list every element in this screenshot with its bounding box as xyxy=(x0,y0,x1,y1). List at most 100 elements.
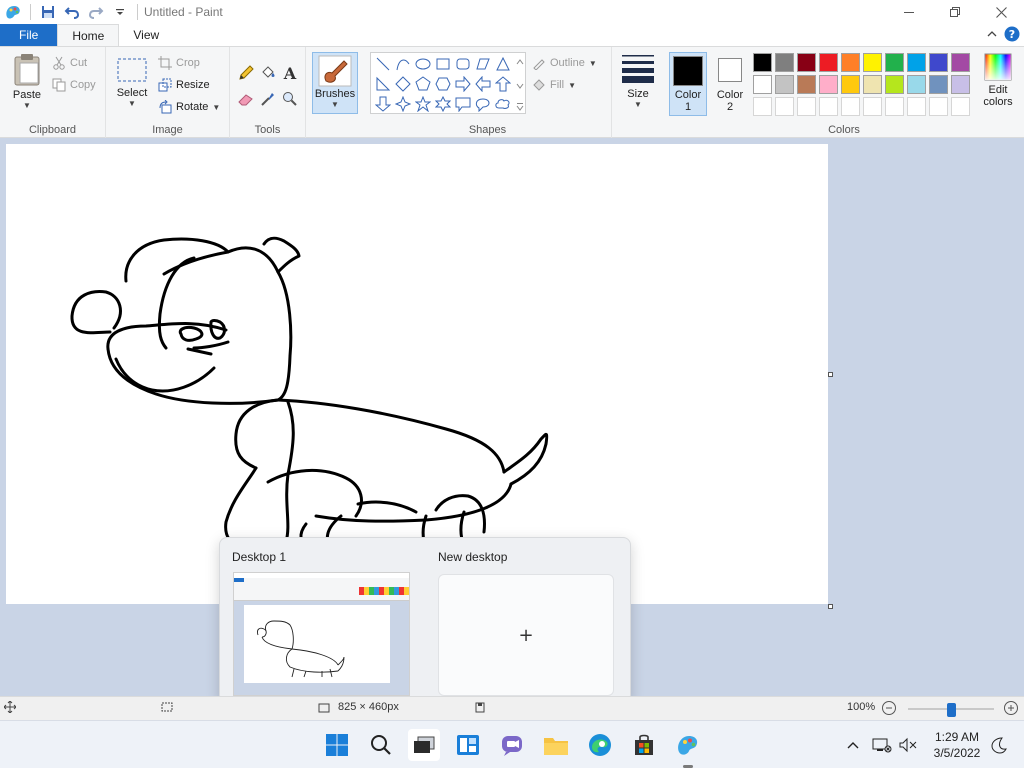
triangle-shape-icon[interactable] xyxy=(493,54,513,74)
down-arrow-shape-icon[interactable] xyxy=(373,94,393,114)
volume-muted-icon[interactable] xyxy=(898,721,918,768)
zoom-out-button[interactable] xyxy=(881,700,897,716)
microsoft-store-button[interactable] xyxy=(628,729,660,761)
rounded-rectangle-shape-icon[interactable] xyxy=(453,54,473,74)
right-triangle-shape-icon[interactable] xyxy=(373,74,393,94)
color-swatch[interactable] xyxy=(863,75,882,94)
cloud-callout-shape-icon[interactable] xyxy=(493,94,513,114)
magnifier-icon[interactable] xyxy=(280,89,300,109)
custom-color-slot[interactable] xyxy=(929,97,948,116)
color-swatch[interactable] xyxy=(885,53,904,72)
start-button[interactable] xyxy=(321,729,353,761)
custom-color-slot[interactable] xyxy=(885,97,904,116)
network-status-icon[interactable] xyxy=(872,721,892,768)
color-swatch[interactable] xyxy=(841,53,860,72)
select-button[interactable]: Select ▼ xyxy=(114,57,150,108)
fill-button[interactable]: Fill ▼ xyxy=(532,75,576,95)
redo-icon[interactable] xyxy=(85,1,107,23)
custom-color-slot[interactable] xyxy=(841,97,860,116)
oval-callout-shape-icon[interactable] xyxy=(473,94,493,114)
file-explorer-button[interactable] xyxy=(540,729,572,761)
edit-colors-button[interactable]: Edit colors xyxy=(976,53,1020,108)
custom-color-slot[interactable] xyxy=(819,97,838,116)
color-swatch[interactable] xyxy=(951,75,970,94)
canvas-resize-handle-right[interactable] xyxy=(828,372,833,377)
restore-button[interactable] xyxy=(932,0,978,24)
zoom-slider-thumb[interactable] xyxy=(947,703,956,717)
copy-button[interactable]: Copy xyxy=(52,75,96,95)
close-button[interactable] xyxy=(978,0,1024,24)
rotate-button[interactable]: Rotate ▼ xyxy=(158,97,220,117)
color-picker-icon[interactable] xyxy=(258,89,278,109)
tab-view[interactable]: View xyxy=(119,24,173,46)
color-swatch[interactable] xyxy=(907,75,926,94)
brushes-button[interactable]: Brushes ▼ xyxy=(312,52,358,114)
pentagon-shape-icon[interactable] xyxy=(413,74,433,94)
teams-chat-button[interactable] xyxy=(496,729,528,761)
paint-app-icon[interactable] xyxy=(2,1,24,23)
new-desktop-button[interactable]: + xyxy=(438,574,614,696)
color-swatch[interactable] xyxy=(819,75,838,94)
up-arrow-shape-icon[interactable] xyxy=(493,74,513,94)
size-button[interactable]: Size ▼ xyxy=(618,53,658,109)
color-swatch[interactable] xyxy=(863,53,882,72)
custom-color-slot[interactable] xyxy=(753,97,772,116)
line-shape-icon[interactable] xyxy=(373,54,393,74)
minimize-button[interactable] xyxy=(886,0,932,24)
rectangle-shape-icon[interactable] xyxy=(433,54,453,74)
six-point-star-shape-icon[interactable] xyxy=(433,94,453,114)
task-view-button[interactable] xyxy=(408,729,440,761)
resize-button[interactable]: Resize xyxy=(158,75,210,95)
color-swatch[interactable] xyxy=(929,53,948,72)
color-swatch[interactable] xyxy=(929,75,948,94)
search-button[interactable] xyxy=(365,729,397,761)
curve-shape-icon[interactable] xyxy=(393,54,413,74)
color-swatch[interactable] xyxy=(797,53,816,72)
color-swatch[interactable] xyxy=(951,53,970,72)
outline-button[interactable]: Outline ▼ xyxy=(532,53,597,73)
show-hidden-icons-button[interactable] xyxy=(846,721,860,768)
paste-button[interactable]: Paste ▼ xyxy=(8,53,46,110)
clock[interactable]: 1:29 AM 3/5/2022 xyxy=(920,729,994,761)
text-tool-icon[interactable]: A xyxy=(280,63,300,83)
color-swatch[interactable] xyxy=(907,53,926,72)
zoom-slider[interactable] xyxy=(908,703,994,717)
eraser-icon[interactable] xyxy=(236,89,256,109)
polygon-shape-icon[interactable] xyxy=(473,54,493,74)
hexagon-shape-icon[interactable] xyxy=(433,74,453,94)
color-swatch[interactable] xyxy=(819,53,838,72)
custom-color-slot[interactable] xyxy=(863,97,882,116)
custom-color-slot[interactable] xyxy=(797,97,816,116)
oval-shape-icon[interactable] xyxy=(413,54,433,74)
diamond-shape-icon[interactable] xyxy=(393,74,413,94)
drawing-canvas[interactable] xyxy=(6,144,828,604)
paint-taskbar-button[interactable] xyxy=(672,729,704,761)
desktop-1-thumbnail[interactable] xyxy=(233,572,410,696)
zoom-in-button[interactable] xyxy=(1003,700,1019,716)
color-swatch[interactable] xyxy=(753,75,772,94)
left-arrow-shape-icon[interactable] xyxy=(473,74,493,94)
expand-gallery-icon[interactable] xyxy=(516,101,524,115)
canvas-resize-handle-corner[interactable] xyxy=(828,604,833,609)
help-icon[interactable]: ? xyxy=(1004,26,1020,45)
tab-file[interactable]: File xyxy=(0,24,58,46)
color-swatch[interactable] xyxy=(775,75,794,94)
color-swatch[interactable] xyxy=(797,75,816,94)
four-point-star-shape-icon[interactable] xyxy=(393,94,413,114)
custom-color-slot[interactable] xyxy=(907,97,926,116)
fill-bucket-icon[interactable] xyxy=(258,63,278,83)
crop-button[interactable]: Crop xyxy=(158,53,200,73)
pencil-icon[interactable] xyxy=(236,63,256,83)
save-icon[interactable] xyxy=(37,1,59,23)
tab-home[interactable]: Home xyxy=(57,24,120,46)
undo-icon[interactable] xyxy=(61,1,83,23)
color-swatch[interactable] xyxy=(841,75,860,94)
color-swatch[interactable] xyxy=(775,53,794,72)
five-point-star-shape-icon[interactable] xyxy=(413,94,433,114)
color-swatch[interactable] xyxy=(753,53,772,72)
rectangular-callout-shape-icon[interactable] xyxy=(453,94,473,114)
color-swatch[interactable] xyxy=(885,75,904,94)
scroll-down-icon[interactable] xyxy=(516,79,524,93)
custom-color-slot[interactable] xyxy=(775,97,794,116)
custom-color-slot[interactable] xyxy=(951,97,970,116)
